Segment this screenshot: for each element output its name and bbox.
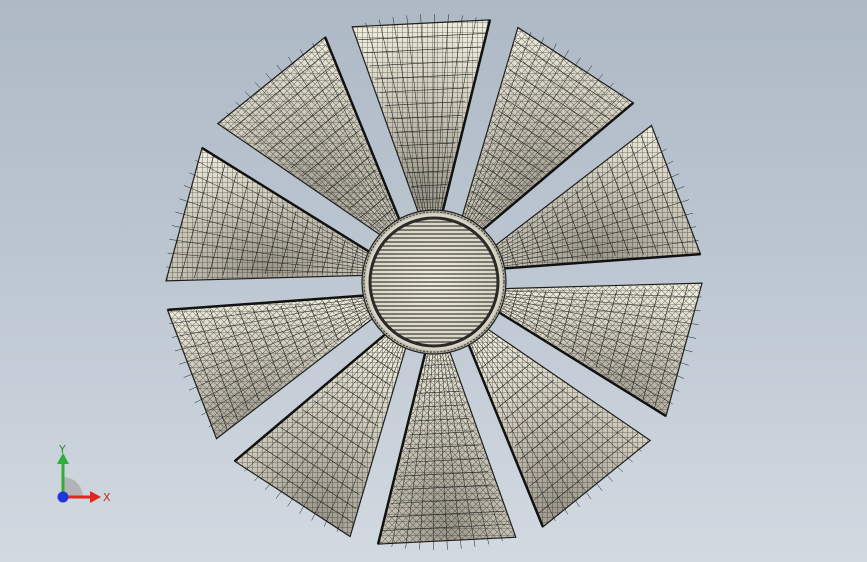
- fan-hub[interactable]: [361, 209, 507, 355]
- x-axis-label: X: [103, 491, 111, 504]
- coordinate-triad: Y X: [57, 443, 111, 504]
- z-axis-dot-icon: [57, 491, 69, 503]
- graphics-viewport[interactable]: [0, 0, 867, 562]
- y-axis-label: Y: [58, 443, 66, 456]
